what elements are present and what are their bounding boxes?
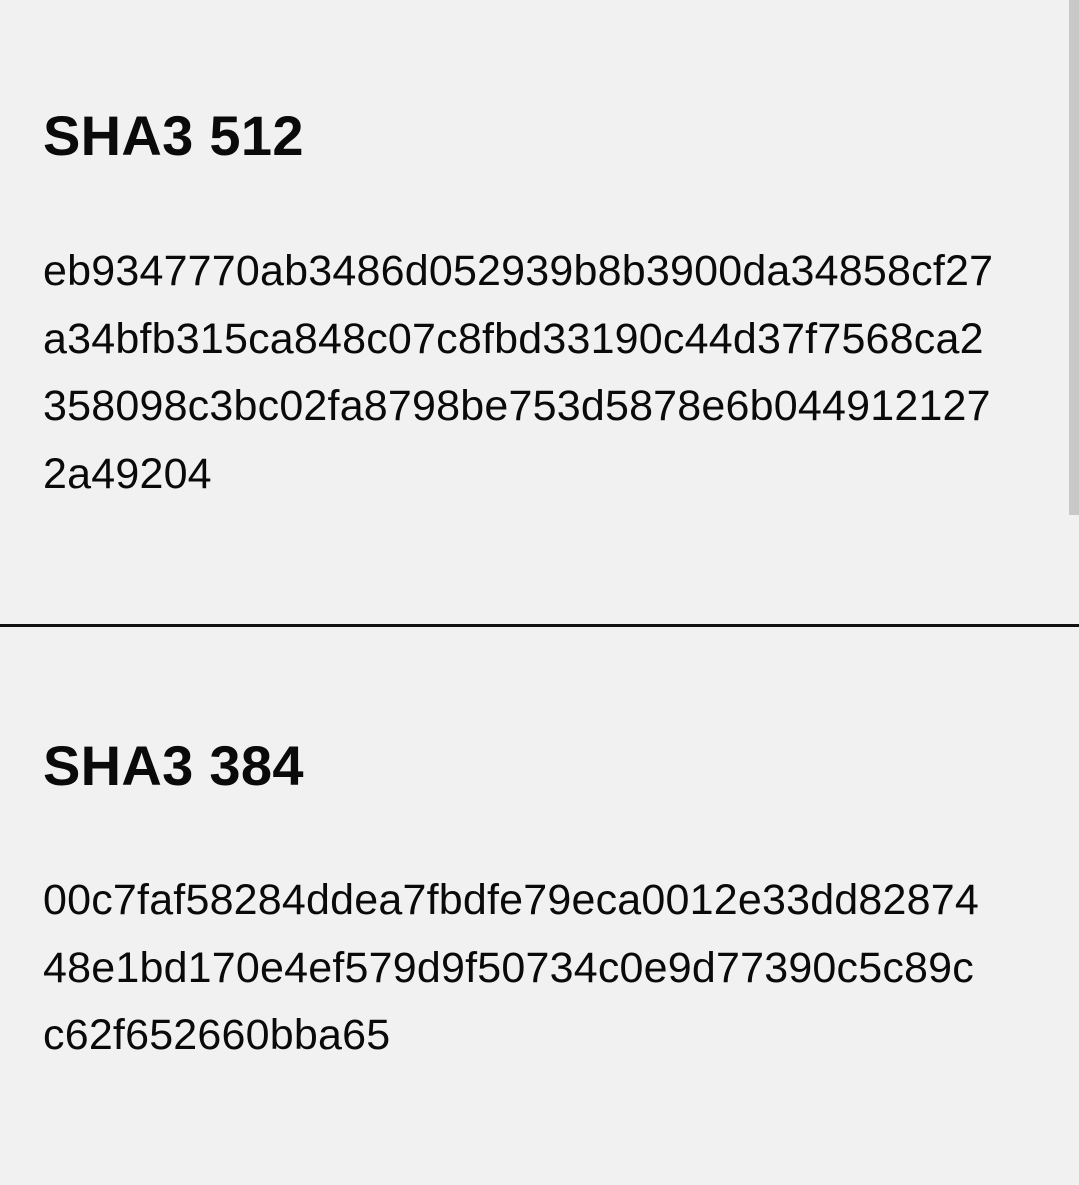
hash-value[interactable]: 00c7faf58284ddea7fbdfe79eca0012e33dd8287… (43, 867, 1043, 1070)
hash-title: SHA3 512 (43, 104, 304, 167)
hash-line: 358098c3bc02fa8798be753d5878e6b044912127 (43, 382, 991, 430)
hash-line: 00c7faf58284ddea7fbdfe79eca0012e33dd8287… (43, 876, 979, 924)
hash-section-sha3-512[interactable]: SHA3 512 eb9347770ab3486d052939b8b3900da… (0, 0, 1079, 625)
hash-line: 2a49204 (43, 449, 212, 498)
hash-line: c62f652660bba65 (43, 1011, 391, 1059)
hash-results-screen: SHA3 512 eb9347770ab3486d052939b8b3900da… (0, 0, 1079, 1185)
hash-line: eb9347770ab3486d052939b8b3900da34858cf27 (43, 247, 994, 295)
hash-line: 48e1bd170e4ef579d9f50734c0e9d77390c5c89c (43, 943, 974, 992)
hash-line: a34bfb315ca848c07c8fbd33190c44d37f7568ca… (43, 314, 984, 363)
hash-title: SHA3 384 (43, 734, 304, 797)
hash-section-sha3-384[interactable]: SHA3 384 00c7faf58284ddea7fbdfe79eca0012… (0, 627, 1079, 1185)
vertical-scrollbar[interactable] (1069, 0, 1079, 515)
hash-value[interactable]: eb9347770ab3486d052939b8b3900da34858cf27… (43, 238, 1043, 508)
